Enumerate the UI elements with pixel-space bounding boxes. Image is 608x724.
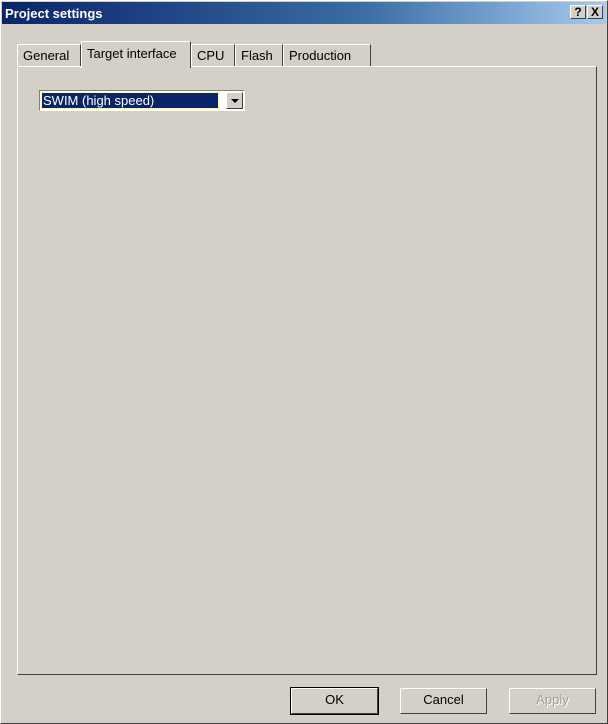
dialog-title: Project settings [5, 6, 103, 21]
chevron-down-icon[interactable] [226, 92, 243, 109]
apply-button[interactable]: Apply [509, 688, 596, 714]
tab-flash[interactable]: Flash [235, 44, 283, 66]
tab-panel-target-interface: SWIM (high speed) [17, 66, 597, 675]
interface-select-value: SWIM (high speed) [41, 92, 219, 109]
ok-button[interactable]: OK [290, 687, 379, 715]
close-button[interactable]: X [587, 5, 603, 19]
help-button[interactable]: ? [570, 5, 586, 19]
tab-production[interactable]: Production [283, 44, 371, 66]
interface-select[interactable]: SWIM (high speed) [39, 90, 245, 111]
title-bar[interactable]: Project settings ? X [2, 2, 606, 24]
tab-cpu[interactable]: CPU [191, 44, 235, 66]
tab-general[interactable]: General [17, 44, 81, 66]
cancel-button[interactable]: Cancel [400, 688, 487, 714]
tab-target-interface[interactable]: Target interface [81, 41, 191, 68]
project-settings-dialog: Project settings ? X General Target inte… [0, 0, 608, 724]
